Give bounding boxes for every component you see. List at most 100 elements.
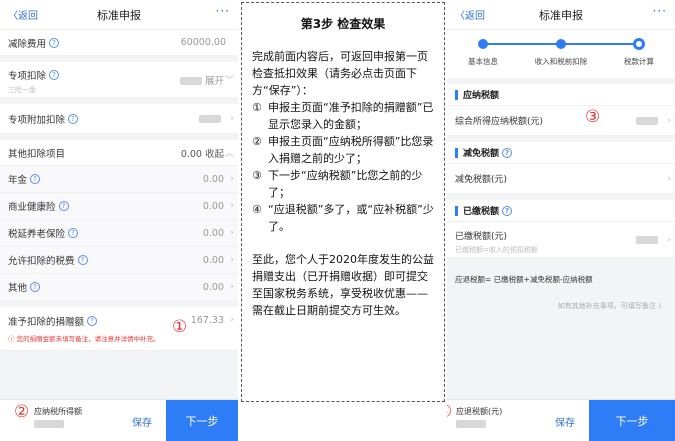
row-label: 允许扣除的税费 [8,256,75,267]
row-value: 0.00 [202,173,224,185]
marker-2: ② [14,402,30,422]
section-bar [455,205,458,216]
save-button[interactable]: 保存 [555,414,575,429]
help-icon[interactable]: ? [68,228,79,238]
more-icon[interactable]: ··· [216,4,230,18]
section-bar [455,147,458,158]
item-text: 下一步“应纳税额”比您之前的少了； [268,169,423,199]
chevron-right-icon[interactable]: › [230,114,234,124]
right-phone-screen: 〈返回 标准申报 ··· 基本信息 收入和税前扣除 税款计算 应纳税额 综合所得… [447,0,675,441]
page-title: 标准申报 [97,8,141,22]
chevron-right-icon: › [230,282,234,292]
marker-3: ③ [585,107,601,127]
expand-label[interactable]: 展开 [205,76,224,87]
step-label: 收入和税前扣除 [534,57,588,66]
row-label: 减除费用 [8,38,47,50]
help-icon[interactable]: ? [68,113,79,124]
step-dot-3-current [633,38,645,50]
help-icon[interactable]: ? [58,201,69,211]
help-icon[interactable]: ? [502,205,513,216]
chevron-right-icon: › [230,201,234,211]
row-sub: 三险一金 [8,86,36,94]
warning-message: 您的捐赠金额未填写备注，请注意并详情中补充。 [16,335,160,343]
help-icon[interactable]: ? [502,147,513,158]
row-fujia[interactable]: 专项附加扣除 ? › [0,104,238,134]
row-jianchu: 减除费用 ? 60000.00 [0,30,238,56]
row-value: 0.00 [202,200,224,212]
instruction-heading: 第3步 检查效果 [300,17,386,31]
step-label: 税款计算 [624,57,654,66]
help-icon[interactable]: ? [49,37,60,48]
right-bottom-bar: ④ 应退税额(元) 保存 下一步 [447,399,675,441]
chevron-up-icon[interactable]: ︿ [225,146,234,159]
back-button[interactable]: 〈返回 [455,7,485,22]
row-yanglao[interactable]: 税延养老保险? 0.00 › [0,220,238,247]
row-value: 167.33 [190,315,224,326]
row-value: 0.00 [202,254,224,266]
row-jianmian[interactable]: 减免税额(元) › [447,164,675,194]
help-icon[interactable]: ? [30,282,41,292]
chevron-right-icon: › [667,173,671,184]
next-button[interactable]: 下一步 [589,400,675,441]
row-label: 减免税额(元) [455,175,508,185]
row-value: 0.00 [202,227,224,239]
blurred-value [199,114,221,123]
row-shuifei[interactable]: 允许扣除的税费? 0.00 › [0,247,238,274]
blurred-value [456,420,486,428]
row-yijiao[interactable]: 已缴税额(元) 已缴税额=收入的预扣税额 › [447,222,675,258]
blurred-value [636,116,658,125]
instruction-intro: 完成前面内容后，可返回申报第一页检查抵扣效果（请务必点击页面下方“保存”）： [252,50,428,97]
step-label: 基本信息 [468,57,498,66]
item-text: “应退税额”多了，或“应补税额”少了。 [268,203,434,233]
row-jiankang[interactable]: 商业健康险? 0.00 › [0,193,238,220]
row-label: 商业健康险 [8,202,56,213]
row-label: 税延养老保险 [8,229,66,240]
marker-1: ① [172,317,188,337]
row-zhuanxiang[interactable]: 专项扣除? 三险一金 展开 ﹀ [0,62,238,98]
warning-text: ⓘ 您的捐赠金额未填写备注，请注意并详情中补充。 [8,333,160,343]
row-sub: 已缴税额=收入的预扣税额 [455,246,538,254]
row-qita[interactable]: 其他? 0.00 › [0,274,238,301]
row-value: 0.00 [202,281,224,293]
section-title-yijiao: 已缴税额? [447,200,675,222]
row-other[interactable]: 其他扣除项目 0.00 收起 ︿ [0,140,238,166]
row-label: 其他 [8,283,28,294]
row-label: 已缴税额(元) [455,232,508,242]
row-juanzeng[interactable]: 准予扣除的捐赠额? 167.33 › ⓘ 您的捐赠金额未填写备注，请注意并详情中… [0,307,238,351]
taxable-income-label: 应纳税所得额 [34,407,82,416]
chevron-right-icon: › [230,228,234,238]
item-number: ③ [252,169,262,182]
help-icon[interactable]: ? [87,316,98,326]
left-bottom-bar: ② 应纳税所得额 保存 下一步 [0,399,238,441]
row-nianjin[interactable]: 年金? 0.00 › [0,166,238,193]
collapse-label[interactable]: 0.00 收起 [181,146,224,160]
row-label: 年金 [8,175,28,186]
refund-label: 应退税额(元) [456,407,503,416]
more-icon[interactable]: ··· [653,4,667,18]
item-number: ② [252,135,262,148]
blurred-value [636,235,658,244]
row-yingna[interactable]: 综合所得应纳税额(元) › [447,106,675,136]
instruction-panel: 第3步 检查效果 完成前面内容后，可返回申报第一页检查抵扣效果（请务必点击页面下… [241,2,445,402]
warning-icon: ⓘ [8,335,17,343]
marker-4: ④ [447,404,452,421]
right-nav-bar: 〈返回 标准申报 ··· [447,0,675,30]
row-label: 专项附加扣除 [8,114,66,126]
help-icon[interactable]: ? [49,69,60,80]
back-button[interactable]: 〈返回 [8,7,38,22]
step-progress: 基本信息 收入和税前扣除 税款计算 [447,30,675,78]
item-number: ④ [252,203,262,216]
next-button[interactable]: 下一步 [166,400,238,441]
row-label: 其他扣除项目 [8,148,66,160]
section-title-yingna: 应纳税额 [447,84,675,106]
help-icon[interactable]: ? [77,255,88,265]
remark-hint-link[interactable]: 如有其他补充事项，可填写备注 〉 [447,301,675,311]
instruction-outro: 至此，您个人于2020年度发生的公益捐赠支出（已开捐赠收据）即可提交至国家税务系… [252,253,434,317]
chevron-down-icon[interactable]: ﹀ [225,73,234,86]
row-label: 综合所得应纳税额(元) [455,117,544,127]
help-icon[interactable]: ? [30,174,41,184]
section-title-text: 减免税额 [463,149,500,159]
instruction-item: ③ 下一步“应纳税额”比您之前的少了； [252,167,434,201]
blurred-value [179,77,202,85]
save-button[interactable]: 保存 [132,414,152,429]
